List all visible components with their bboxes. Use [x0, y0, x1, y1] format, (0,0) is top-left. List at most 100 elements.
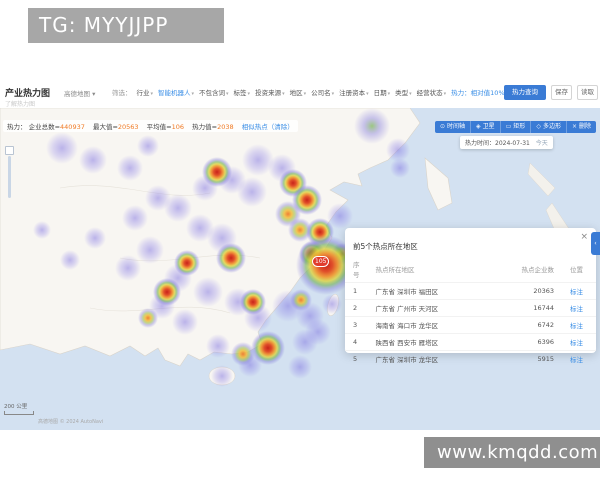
hotspots-table: 序号 热点所在地区 热点企业数 位置 1 广东省 深圳市 福田区 20363 标…	[345, 256, 596, 367]
filter-keyword[interactable]: 智能机器人▾	[158, 87, 194, 97]
stat-heat-label: 热力值=	[192, 123, 218, 131]
filter-investment-source[interactable]: 投资来源▾	[255, 87, 285, 97]
filter-industry[interactable]: 行业▾	[137, 87, 154, 97]
filter-type[interactable]: 类型▾	[395, 87, 412, 97]
col-no: 序号	[353, 261, 360, 279]
filter-exclude-words[interactable]: 不包含词▾	[199, 87, 229, 97]
chevron-down-icon: ▾	[366, 91, 369, 97]
stat-total-value: 440937	[60, 123, 85, 131]
mark-link[interactable]: 标注	[570, 322, 583, 330]
timeline-icon: ⊙	[439, 123, 445, 130]
row-no: 2	[345, 299, 368, 317]
island-shape	[527, 162, 556, 197]
heat-time-box[interactable]: 热力时间：2024-07-31 今天	[460, 136, 553, 149]
chevron-down-icon: ▾	[409, 91, 412, 97]
row-area: 广东省 广州市 天河区	[367, 299, 510, 317]
stats-label: 热力：	[7, 123, 27, 131]
header-bar: 产业热力图 高德地图 ▾ 了解热力图 筛选： 行业▾ 智能机器人▾ 不包含词▾ …	[0, 82, 600, 108]
row-no: 5	[345, 350, 368, 367]
col-area: 热点所在地区	[375, 266, 415, 274]
col-action: 位置	[570, 266, 583, 274]
rectangle-icon: ▭	[505, 123, 512, 130]
today-link[interactable]: 今天	[536, 140, 548, 147]
clear-link[interactable]: （清除）	[268, 123, 294, 131]
row-no: 1	[345, 282, 368, 300]
watermark-top: TG: MYYJJPP	[28, 8, 224, 43]
table-row: 4 陕西省 西安市 雁塔区 6396 标注	[345, 333, 596, 351]
filter-operating-status[interactable]: 经营状态▾	[417, 87, 447, 97]
polygon-icon: ◇	[536, 123, 541, 130]
delete-icon: ×	[571, 123, 577, 130]
table-row: 3 海南省 海口市 龙华区 6742 标注	[345, 316, 596, 334]
table-row: 5 广东省 深圳市 龙华区 5915 标注	[345, 350, 596, 367]
mark-link[interactable]: 标注	[570, 356, 583, 364]
filter-heat-threshold[interactable]: 热力：相对值10%▾	[451, 87, 508, 97]
chevron-down-icon: ▾	[387, 91, 391, 97]
filter-region[interactable]: 地区▾	[290, 87, 307, 97]
satellite-icon: ◈	[475, 123, 481, 130]
page-title: 产业热力图	[5, 89, 51, 99]
filter-date[interactable]: 日期▾	[374, 87, 391, 97]
chevron-down-icon: ▾	[443, 91, 447, 97]
chevron-down-icon: ▾	[92, 90, 96, 98]
filter-label: 筛选：	[112, 89, 132, 97]
chevron-down-icon: ▾	[282, 91, 285, 97]
top-hotspots-panel: 前5个热点所在地区 × 序号 热点所在地区 热点企业数 位置 1 广东省 深圳市…	[345, 228, 596, 367]
row-area: 广东省 深圳市 福田区	[367, 282, 510, 300]
stat-max-value: 20563	[117, 123, 139, 131]
row-no: 4	[345, 333, 368, 351]
map-scale: 200 公里	[4, 402, 34, 415]
load-button[interactable]: 读取	[577, 85, 598, 100]
row-count: 6742	[510, 316, 562, 334]
filter-bar: 筛选： 行业▾ 智能机器人▾ 不包含词▾ 标签▾ 投资来源▾ 地区▾ 公司名▾ …	[112, 87, 508, 97]
toolbar-timeline[interactable]: ⊙ 时间轴	[435, 121, 470, 133]
chevron-down-icon: ▾	[303, 91, 307, 97]
row-area: 广东省 深圳市 龙华区	[367, 350, 510, 367]
chevron-down-icon: ▾	[150, 91, 154, 97]
chevron-down-icon: ▾	[226, 91, 229, 97]
toolbar-polygon[interactable]: ◇ 多边形	[530, 121, 566, 133]
help-link[interactable]: 了解热力图	[5, 99, 35, 108]
korea-shape	[424, 157, 453, 211]
cluster-count-badge[interactable]: 105	[312, 256, 330, 267]
scale-label: 200 公里	[4, 404, 28, 410]
chevron-down-icon: ▾	[331, 91, 335, 97]
stat-max-label: 最大值=	[92, 123, 118, 131]
similar-hotspots-link[interactable]: 相似热点	[242, 123, 268, 131]
row-count: 6396	[510, 333, 562, 351]
map-source-select[interactable]: 高德地图 ▾	[64, 88, 95, 98]
map-attribution: 高德地图 © 2024 AutoNavi	[38, 419, 104, 425]
heat-query-button[interactable]: 热力查询	[504, 85, 546, 100]
zoom-slider[interactable]	[5, 146, 14, 198]
stat-total-label: 企业总数=	[28, 123, 61, 131]
toolbar-delete[interactable]: × 删除	[565, 121, 596, 133]
mark-link[interactable]: 标注	[570, 339, 583, 347]
watermark-bottom: www.kmqdd.com	[424, 437, 600, 468]
stat-avg-value: 106	[171, 123, 185, 131]
mark-link[interactable]: 标注	[570, 288, 583, 296]
col-count: 热点企业数	[521, 266, 555, 274]
map-toolbar: ⊙ 时间轴 ◈ 卫星 ▭ 矩形 ◇ 多边形 × 删除	[434, 121, 596, 133]
close-icon[interactable]: ×	[580, 232, 588, 242]
row-count: 20363	[510, 282, 562, 300]
scale-bar	[4, 411, 34, 415]
save-button[interactable]: 保存	[551, 85, 572, 100]
panel-collapse-tab[interactable]: ‹	[591, 232, 600, 255]
filter-tags[interactable]: 标签▾	[234, 87, 251, 97]
chevron-down-icon: ▾	[191, 91, 195, 97]
zoom-slider-track[interactable]	[8, 156, 11, 198]
mark-link[interactable]: 标注	[570, 305, 583, 313]
stat-heat-value: 2038	[217, 123, 234, 131]
row-count: 16744	[510, 299, 562, 317]
filter-registered-capital[interactable]: 注册资本▾	[339, 87, 369, 97]
toolbar-satellite[interactable]: ◈ 卫星	[469, 121, 500, 133]
zoom-slider-handle[interactable]	[5, 146, 14, 155]
toolbar-rectangle[interactable]: ▭ 矩形	[499, 121, 531, 133]
page: TG: MYYJJPP 产业热力图 高德地图 ▾ 了解热力图 筛选： 行业▾ 智…	[0, 0, 600, 480]
table-row: 2 广东省 广州市 天河区 16744 标注	[345, 299, 596, 317]
row-area: 海南省 海口市 龙华区	[367, 316, 510, 334]
heat-time-label: 热力时间：2024-07-31	[465, 140, 530, 147]
heatmap-canvas[interactable]: 热力： 企业总数=440937 最大值=20563 平均值=106 热力值=20…	[0, 108, 600, 430]
filter-company-name[interactable]: 公司名▾	[311, 87, 334, 97]
row-no: 3	[345, 316, 368, 334]
